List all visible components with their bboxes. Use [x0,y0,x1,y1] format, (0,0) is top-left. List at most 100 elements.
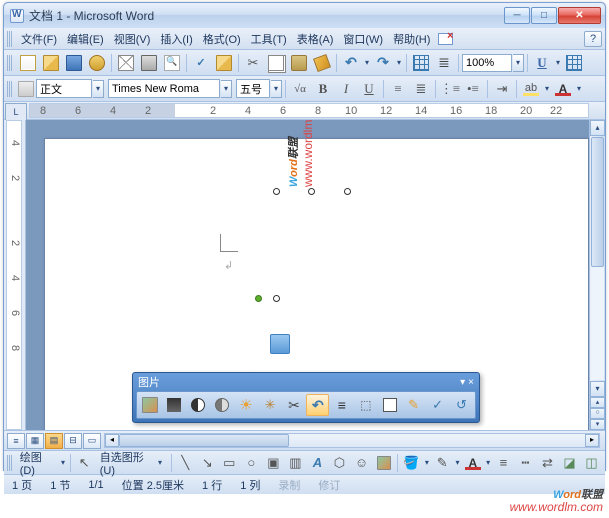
arrow-style-button[interactable]: ⇄ [537,453,558,473]
rect-button[interactable]: ▭ [219,453,240,473]
menu-insert[interactable]: 插入(I) [155,29,197,49]
maximize-button[interactable]: □ [531,7,557,24]
shadow-button[interactable]: ◪ [559,453,580,473]
indent-button[interactable]: ⇥ [491,79,513,99]
font-combo[interactable] [108,79,220,98]
format-painter-button[interactable] [311,52,333,73]
next-page-button[interactable]: ▾ [590,419,605,430]
web-view-button[interactable]: ▦ [26,433,44,449]
crop-button[interactable]: ✂ [283,394,306,416]
style-input[interactable] [37,80,91,97]
cut-button[interactable]: ✂ [242,52,264,73]
u-dropdown[interactable]: ▾ [554,58,562,67]
prev-page-button[interactable]: ▴ [590,397,605,408]
more-brightness-button[interactable]: ☀ [235,394,258,416]
selection-box[interactable] [277,192,347,312]
status-rev[interactable]: 修订 [318,477,340,493]
size-combo[interactable] [236,79,270,98]
zoom-dropdown[interactable]: ▾ [513,54,524,72]
horizontal-ruler[interactable]: 8 6 4 2 2 4 6 8 10 12 14 16 18 20 22 [29,103,589,118]
font-color-dropdown[interactable]: ▾ [575,84,583,93]
resize-handle[interactable] [344,188,351,195]
fill-color-button[interactable]: 🪣 [401,453,422,473]
highlight-dropdown[interactable]: ▾ [543,84,551,93]
underline-button[interactable]: U [358,79,380,99]
font-color-button[interactable]: A [462,453,483,473]
oval-button[interactable]: ○ [241,453,262,473]
style-pane-icon[interactable] [18,81,34,97]
textbox-button[interactable]: ▣ [263,453,284,473]
spell-button[interactable]: ✓ [190,52,212,73]
bullet-list-button[interactable]: •≡ [462,79,484,99]
numbered-list-button[interactable]: ⋮≡ [439,79,461,99]
3d-button[interactable]: ◫ [581,453,602,473]
picture-toolbar[interactable]: 图片 ▾× ☀ ✳ ✂ ↶ ≡ ⬚ ✎ ✓ ↺ [132,372,480,423]
zoom-combo[interactable]: 100% [462,54,512,72]
wordart-button[interactable]: A [307,453,328,473]
align-left-button[interactable]: ≡ [387,79,409,99]
tab-selector[interactable]: L [5,103,27,121]
line-button[interactable]: ╲ [175,453,196,473]
menu-tools[interactable]: 工具(T) [246,29,292,49]
grip-icon[interactable] [7,55,13,71]
menu-window[interactable]: 窗口(W) [338,29,388,49]
font-color-button[interactable]: A [552,79,574,99]
picture-button[interactable] [373,453,394,473]
transparent-button[interactable]: ✓ [426,394,449,416]
menu-edit[interactable]: 编辑(E) [62,29,109,49]
u-style-button[interactable]: U [531,53,553,73]
highlight-button[interactable]: ab [520,79,542,99]
dash-style-button[interactable]: ┅ [515,453,536,473]
grip-icon[interactable] [7,81,13,97]
toolbar-options-icon[interactable]: ▾ [460,377,465,388]
help-icon[interactable]: ? [584,31,602,47]
compress-button[interactable]: ⬚ [354,394,377,416]
line-style-button[interactable]: ≡ [493,453,514,473]
font-input[interactable] [109,80,219,97]
print-view-button[interactable]: ▤ [45,433,63,449]
scroll-up-button[interactable]: ▴ [590,120,605,136]
rotate-handle[interactable] [255,295,262,302]
less-contrast-button[interactable] [211,394,234,416]
vertical-scrollbar[interactable]: ▴ ▾ ▴ ○ ▾ [589,120,605,430]
scroll-thumb[interactable] [591,137,604,267]
horizontal-scrollbar[interactable]: ◂ ▸ [104,433,600,448]
document-area[interactable]: ↲ Word联盟 www.wordlm.com 图片 ▾× [26,120,605,430]
menu-file[interactable]: 文件(F) [16,29,62,49]
resize-handle[interactable] [308,188,315,195]
save-button[interactable] [63,52,85,73]
picture-toolbar-header[interactable]: 图片 ▾× [133,373,479,391]
vtextbox-button[interactable]: ▥ [285,453,306,473]
format-picture-button[interactable]: ✎ [402,394,425,416]
grip-icon[interactable] [7,455,13,471]
style-combo[interactable] [36,79,92,98]
status-rec[interactable]: 录制 [278,477,300,493]
less-brightness-button[interactable]: ✳ [259,394,282,416]
align-dist-button[interactable]: ≣ [410,79,432,99]
insert-picture-button[interactable] [139,394,162,416]
menu-help[interactable]: 帮助(H) [388,29,435,49]
color-button[interactable] [163,394,186,416]
resize-handle[interactable] [273,295,280,302]
columns-button[interactable]: ≣ [433,52,455,73]
autoshapes-menu[interactable]: 自选图形(U) ▾ [96,448,168,478]
scroll-down-button[interactable]: ▾ [590,381,605,397]
undo-button[interactable]: ↶ [340,52,362,73]
copy-button[interactable] [265,52,287,73]
minimize-button[interactable]: ─ [504,7,530,24]
select-button[interactable]: ↖ [74,453,95,473]
clipart-button[interactable]: ☺ [351,453,372,473]
redo-button[interactable]: ↷ [372,52,394,73]
outline-view-button[interactable]: ⊟ [64,433,82,449]
scroll-left-button[interactable]: ◂ [105,434,119,447]
scroll-right-button[interactable]: ▸ [585,434,599,447]
toolbar-close-icon[interactable]: × [468,377,474,388]
print-button[interactable] [138,52,160,73]
doc-close-button[interactable] [438,33,453,45]
new-button[interactable] [17,52,39,73]
size-input[interactable] [237,80,269,97]
normal-view-button[interactable]: ≡ [7,433,25,449]
scroll-thumb-h[interactable] [119,434,289,447]
italic-button[interactable]: I [335,79,357,99]
size-dropdown[interactable]: ▾ [271,80,282,98]
